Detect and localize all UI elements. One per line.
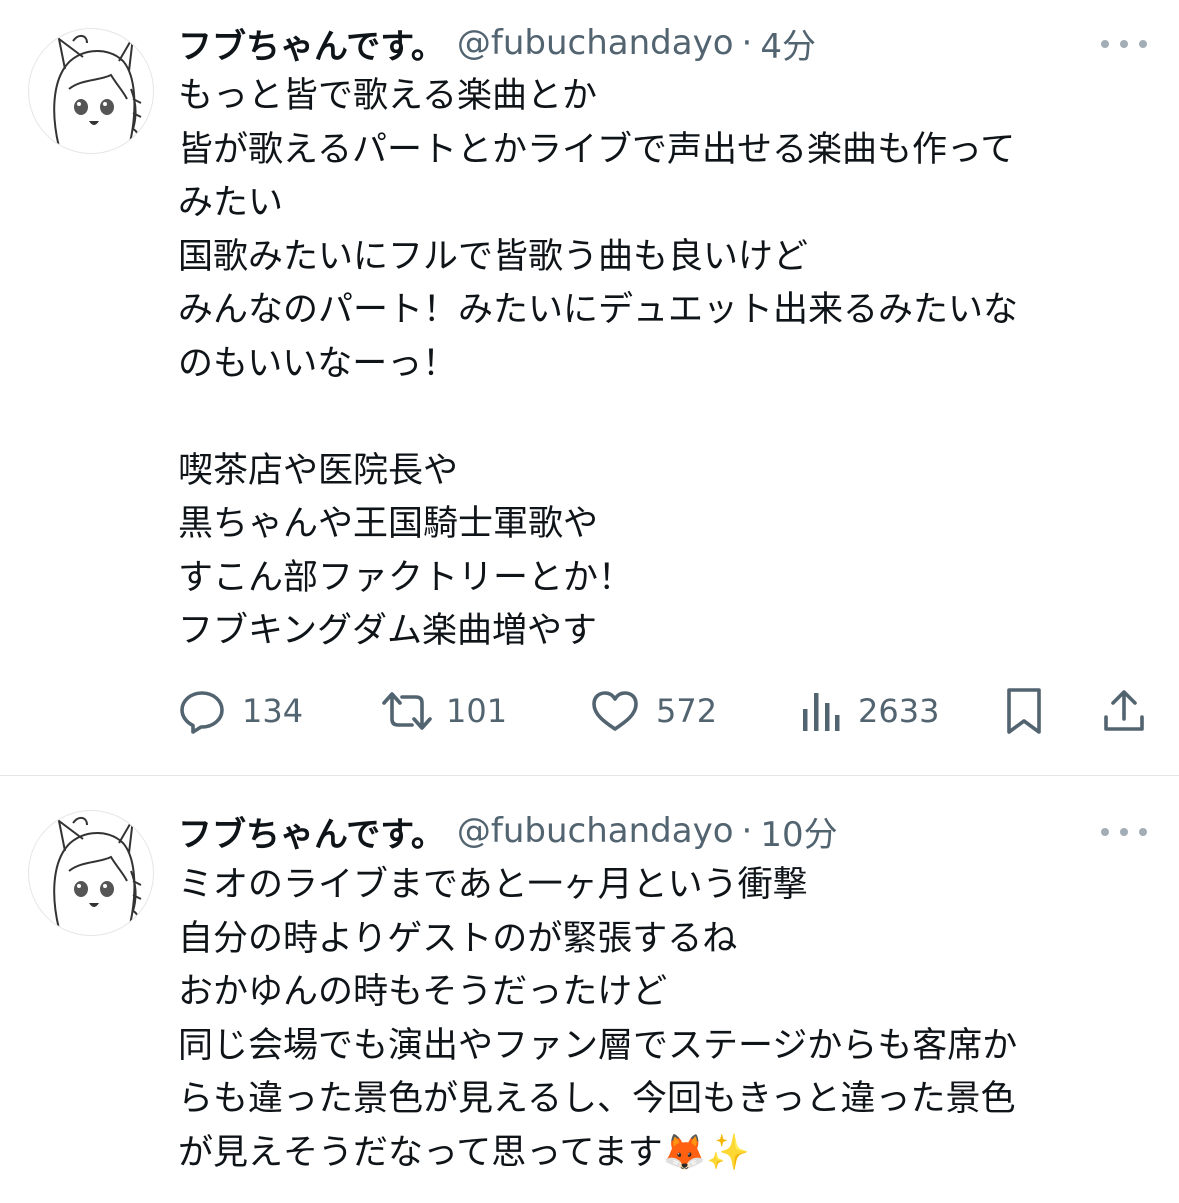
user-handle[interactable]: @fubuchandayo — [457, 811, 734, 851]
like-button[interactable]: 572 — [590, 686, 717, 736]
like-icon — [590, 687, 640, 735]
views-button[interactable]: 2633 — [798, 686, 939, 736]
share-icon — [1100, 687, 1148, 735]
bookmark-button[interactable] — [1004, 686, 1044, 736]
avatar[interactable] — [28, 810, 154, 936]
reply-button[interactable]: 134 — [178, 686, 303, 736]
views-count: 2633 — [858, 692, 940, 730]
more-dot — [1139, 40, 1147, 48]
separator-dot: · — [741, 23, 753, 63]
timestamp[interactable]: 10分 — [760, 807, 837, 856]
avatar-illustration — [53, 817, 142, 930]
timestamp[interactable]: 4分 — [760, 19, 816, 68]
tweet-line: おかゆんの時もそうだったけど — [178, 972, 668, 1012]
tweet-text: ミオのライブまであと一ヶ月という衝撃 自分の時よりゲストのが緊張するね おかゆん… — [178, 859, 1138, 1180]
retweet-button[interactable]: 101 — [380, 686, 507, 736]
display-name[interactable]: フブちゃんです。 — [178, 19, 445, 68]
more-dot — [1120, 40, 1128, 48]
more-icon[interactable] — [1101, 817, 1147, 847]
display-name[interactable]: フブちゃんです。 — [178, 807, 445, 856]
more-dot — [1101, 40, 1109, 48]
tweet-text: もっと皆で歌える楽曲とか 皆が歌えるパートとかライブで声出せる楽曲も作って みた… — [178, 70, 1138, 659]
tweet-actions: 134 101 572 2633 — [178, 686, 1148, 736]
tweet-line: 同じ会場でも演出やファン層でステージからも客席か — [178, 1025, 1018, 1066]
more-dot — [1120, 828, 1128, 836]
retweet-count: 101 — [446, 692, 508, 730]
tweet-line — [178, 391, 1138, 445]
user-handle[interactable]: @fubuchandayo — [457, 23, 734, 63]
separator-dot: · — [741, 811, 753, 851]
tweet-line: みたい — [178, 183, 284, 223]
tweet-line: 黒ちゃんや王国騎士軍歌や — [178, 504, 599, 544]
more-dot — [1139, 828, 1147, 836]
tweet-header: フブちゃんです。 @fubuchandayo · 4分 — [178, 18, 816, 68]
avatar[interactable] — [28, 28, 154, 154]
tweet-line: フブキングダム楽曲増やす — [178, 611, 597, 651]
tweet-line: すこん部ファクトリーとか！ — [178, 557, 634, 598]
share-button[interactable] — [1100, 686, 1148, 736]
retweet-icon — [380, 687, 434, 735]
like-count: 572 — [656, 692, 718, 730]
tweet-line: 喫茶店や医院長や — [178, 450, 459, 491]
tweet-line: 自分の時よりゲストのが緊張するね — [178, 918, 738, 959]
tweet-line: らも違った景色が見えるし、今回もきっと違った景色 — [178, 1079, 1016, 1119]
more-dot — [1101, 828, 1109, 836]
more-icon[interactable] — [1101, 29, 1147, 59]
tweet-header: フブちゃんです。 @fubuchandayo · 10分 — [178, 806, 838, 856]
avatar-illustration — [53, 35, 142, 148]
tweet-line: のもいいなーっ！ — [178, 343, 458, 384]
tweet-line: 国歌みたいにフルで皆歌う曲も良いけど — [178, 236, 809, 277]
tweet-line: ミオのライブまであと一ヶ月という衝撃 — [178, 865, 808, 905]
views-icon — [798, 687, 842, 735]
bookmark-icon — [1004, 686, 1044, 736]
reply-count: 134 — [242, 692, 304, 730]
tweet-line: もっと皆で歌える楽曲とか — [178, 76, 597, 116]
tweet-line: が見えそうだなって思ってます🦊✨ — [178, 1132, 750, 1173]
tweet-line: 皆が歌えるパートとかライブで声出せる楽曲も作って — [178, 129, 1016, 170]
tweet-divider — [0, 775, 1179, 776]
tweet-line: みんなのパート！みたいにデュエット出来るみたいな — [178, 290, 1019, 330]
reply-icon — [178, 687, 226, 735]
